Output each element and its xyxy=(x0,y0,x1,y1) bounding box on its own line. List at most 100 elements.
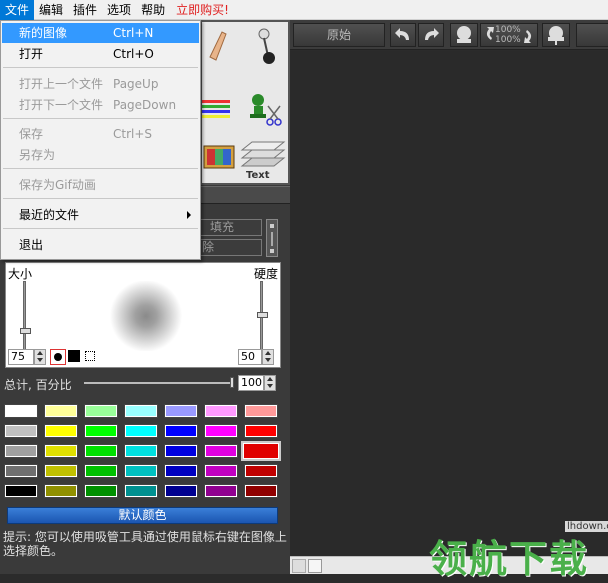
size-spinner[interactable] xyxy=(34,349,46,365)
color-swatch[interactable] xyxy=(4,404,38,418)
zoom-in-button[interactable] xyxy=(450,23,478,47)
color-swatch[interactable] xyxy=(124,444,158,458)
clone-stamp-icon[interactable] xyxy=(250,94,266,118)
opacity-slider-thumb[interactable] xyxy=(230,377,234,388)
hardness-spinner[interactable] xyxy=(262,349,274,365)
hardness-slider[interactable] xyxy=(257,281,268,351)
color-palette xyxy=(4,404,283,503)
scroll-thumb[interactable] xyxy=(308,559,322,573)
size-value[interactable]: 75 xyxy=(8,349,34,365)
color-swatch[interactable] xyxy=(244,484,278,498)
open-prev-label: 打开上一个文件 xyxy=(19,77,104,91)
color-swatch[interactable] xyxy=(204,424,238,438)
hardness-slider-thumb[interactable] xyxy=(257,312,268,318)
pin-button[interactable] xyxy=(542,23,570,47)
selection-brush-icon[interactable] xyxy=(85,351,95,361)
image-canvas[interactable] xyxy=(290,51,608,556)
open-next-shortcut: PageDown xyxy=(113,98,177,112)
menu-options[interactable]: 选项 xyxy=(102,0,136,20)
color-swatch[interactable] xyxy=(164,404,198,418)
color-tv-icon[interactable] xyxy=(203,145,235,169)
color-swatch[interactable] xyxy=(164,444,198,458)
gradient-lines-icon[interactable] xyxy=(202,100,230,118)
zoom-bottom: 100% xyxy=(495,35,521,45)
zoom-reset-button[interactable]: 100% 100% xyxy=(480,23,538,47)
color-swatch[interactable] xyxy=(124,404,158,418)
color-swatch[interactable] xyxy=(4,464,38,478)
color-swatch[interactable] xyxy=(204,464,238,478)
menu-save-gif[interactable]: 保存为Gif动画 xyxy=(2,175,199,195)
scroll-left-arrow[interactable] xyxy=(292,559,306,573)
menu-separator xyxy=(3,67,198,68)
color-swatch[interactable] xyxy=(204,484,238,498)
original-button[interactable]: 原始 xyxy=(293,23,385,47)
svg-text:Text: Text xyxy=(246,170,270,181)
color-swatch[interactable] xyxy=(124,424,158,438)
menu-file[interactable]: 文件 xyxy=(0,0,35,20)
color-swatch[interactable] xyxy=(164,464,198,478)
color-swatch[interactable] xyxy=(204,444,238,458)
color-swatch[interactable] xyxy=(4,484,38,498)
color-swatch[interactable] xyxy=(164,484,198,498)
color-swatch[interactable] xyxy=(244,464,278,478)
zoom-in-icon xyxy=(457,26,471,43)
panel-scroll-handle[interactable] xyxy=(266,219,278,257)
color-swatch[interactable] xyxy=(44,404,78,418)
menu-edit[interactable]: 编辑 xyxy=(34,0,68,20)
color-swatch[interactable] xyxy=(124,484,158,498)
color-swatch[interactable] xyxy=(84,484,118,498)
menu-save-as[interactable]: 另存为 xyxy=(2,145,199,165)
opacity-slider[interactable] xyxy=(84,382,232,384)
fill-button[interactable]: 填充 xyxy=(196,219,262,236)
menu-exit[interactable]: 退出 xyxy=(2,235,199,255)
menu-recent-files[interactable]: 最近的文件 xyxy=(2,205,199,225)
round-brush-icon[interactable] xyxy=(50,349,66,365)
color-swatch[interactable] xyxy=(244,404,278,418)
menu-open-prev[interactable]: 打开上一个文件 PageUp xyxy=(2,74,199,94)
menu-save[interactable]: 保存 Ctrl+S xyxy=(2,124,199,144)
size-slider[interactable] xyxy=(20,281,31,351)
scissors-icon[interactable] xyxy=(266,105,282,126)
menu-separator xyxy=(3,168,198,169)
color-swatch[interactable] xyxy=(164,424,198,438)
open-prev-shortcut: PageUp xyxy=(113,77,159,91)
color-swatch[interactable] xyxy=(4,444,38,458)
color-swatch[interactable] xyxy=(244,424,278,438)
undo-button[interactable] xyxy=(390,23,416,47)
pin-tool-icon[interactable] xyxy=(258,28,275,64)
menu-open-next[interactable]: 打开下一个文件 PageDown xyxy=(2,95,199,115)
fill-label: 填充 xyxy=(210,220,235,234)
default-color-button[interactable]: 默认颜色 xyxy=(7,507,278,524)
color-swatch[interactable] xyxy=(84,464,118,478)
color-swatch[interactable] xyxy=(44,484,78,498)
menu-open[interactable]: 打开 Ctrl+O xyxy=(2,44,199,64)
menu-plugins[interactable]: 插件 xyxy=(68,0,102,20)
finger-icon[interactable] xyxy=(209,31,227,61)
color-swatch[interactable] xyxy=(44,444,78,458)
second-button[interactable]: 除 xyxy=(196,239,262,256)
menu-help[interactable]: 帮助 xyxy=(136,0,170,20)
opacity-spinner[interactable] xyxy=(264,375,276,391)
color-swatch[interactable] xyxy=(84,424,118,438)
buy-now-link[interactable]: 立即购买! xyxy=(170,0,235,20)
color-swatch[interactable] xyxy=(84,444,118,458)
save-gif-label: 保存为Gif动画 xyxy=(19,178,96,192)
square-brush-icon[interactable] xyxy=(68,350,80,362)
opacity-value[interactable]: 100 xyxy=(238,375,264,391)
color-swatch[interactable] xyxy=(124,464,158,478)
menu-new-image[interactable]: 新的图像 Ctrl+N xyxy=(2,23,199,43)
open-shortcut: Ctrl+O xyxy=(113,47,154,61)
color-swatch[interactable] xyxy=(44,464,78,478)
size-slider-thumb[interactable] xyxy=(20,328,31,334)
color-swatch[interactable] xyxy=(241,441,281,461)
extra-button[interactable] xyxy=(576,23,608,47)
layers-text-icon[interactable]: Text xyxy=(240,141,286,181)
color-swatch[interactable] xyxy=(84,404,118,418)
hardness-value[interactable]: 50 xyxy=(238,349,262,365)
color-swatch[interactable] xyxy=(44,424,78,438)
zoom-top: 100% xyxy=(495,25,521,35)
color-swatch[interactable] xyxy=(204,404,238,418)
redo-button[interactable] xyxy=(418,23,444,47)
color-swatch[interactable] xyxy=(4,424,38,438)
size-label: 大小 xyxy=(8,267,33,281)
